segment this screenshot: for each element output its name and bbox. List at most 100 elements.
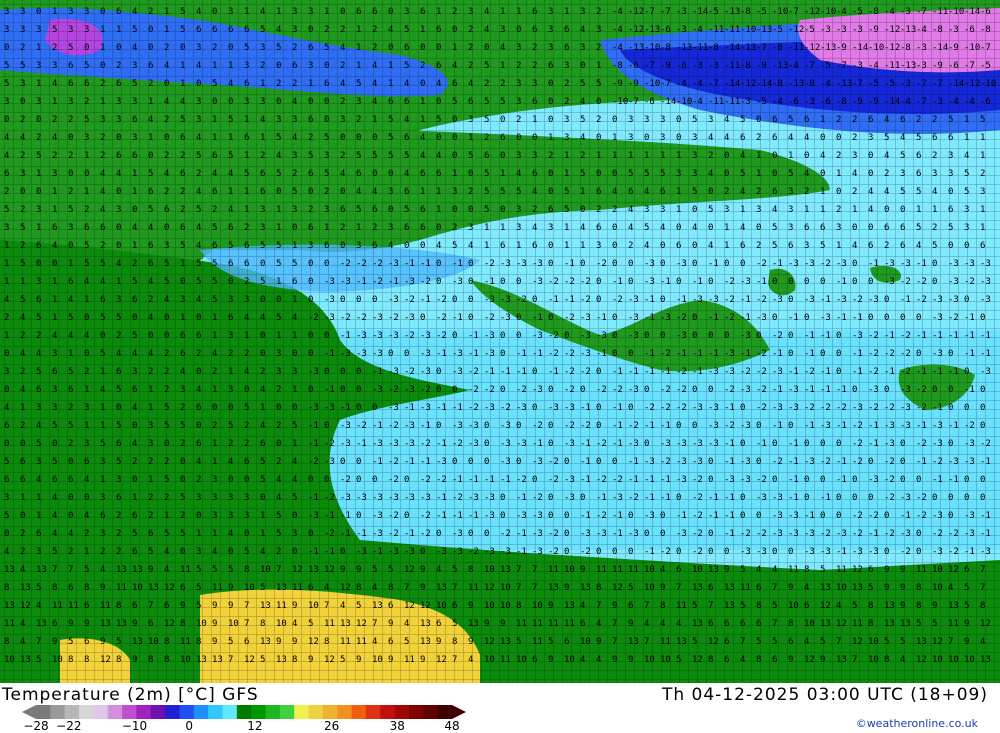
grid-value: 0 — [612, 547, 617, 557]
grid-value: 13 — [676, 637, 687, 647]
grid-value: 3 — [260, 223, 265, 233]
grid-value: -1 — [836, 457, 847, 467]
grid-value: 4 — [84, 511, 89, 521]
grid-value: -2 — [484, 313, 495, 323]
grid-value: 4 — [644, 187, 649, 197]
grid-value: 0 — [628, 547, 633, 557]
grid-value: 6 — [372, 241, 377, 251]
grid-value: 0 — [4, 115, 9, 125]
grid-value: 2 — [36, 331, 41, 341]
grid-value: -1 — [724, 439, 735, 449]
grid-value: 5 — [964, 601, 969, 611]
grid-value: 2 — [196, 349, 201, 359]
grid-value: 1 — [52, 187, 57, 197]
grid-value: 8 — [868, 619, 873, 629]
grid-value: 1 — [756, 151, 761, 161]
grid-value: 2 — [276, 547, 281, 557]
grid-value: -1 — [500, 475, 511, 485]
grid-value: -2 — [596, 511, 607, 521]
grid-value: 1 — [148, 133, 153, 143]
grid-value: -10 — [644, 79, 660, 89]
grid-value: 3 — [868, 133, 873, 143]
grid-value: 5 — [20, 223, 25, 233]
grid-value: 6 — [820, 223, 825, 233]
grid-value: -3 — [388, 493, 399, 503]
grid-value: -7 — [756, 43, 767, 53]
grid-value: -3 — [628, 529, 639, 539]
grid-value: 1 — [100, 367, 105, 377]
grid-value: 0 — [228, 43, 233, 53]
grid-value: -1 — [660, 421, 671, 431]
grid-value: 3 — [932, 169, 937, 179]
grid-value: -3 — [948, 259, 959, 269]
grid-value: 2 — [4, 187, 9, 197]
grid-value: -1 — [388, 277, 399, 287]
grid-value: 13 — [548, 583, 559, 593]
grid-value: 4 — [884, 187, 889, 197]
grid-value: 0 — [500, 493, 505, 503]
grid-value: 2 — [212, 421, 217, 431]
grid-value: 6 — [164, 601, 169, 611]
grid-value: -3 — [804, 547, 815, 557]
grid-value: 8 — [916, 583, 921, 593]
grid-value: 3 — [84, 7, 89, 17]
grid-value: 7 — [36, 637, 41, 647]
grid-value: 2 — [532, 43, 537, 53]
grid-value: 8 — [4, 637, 9, 647]
grid-value: 9 — [612, 601, 617, 611]
grid-value: 5 — [388, 115, 393, 125]
grid-value: 6 — [148, 259, 153, 269]
grid-value: 3 — [516, 97, 521, 107]
grid-value: -2 — [468, 403, 479, 413]
grid-value: -14 — [756, 79, 772, 89]
grid-value: -3 — [676, 457, 687, 467]
grid-value: 5 — [196, 277, 201, 287]
grid-value: 4 — [260, 115, 265, 125]
grid-value: 1 — [740, 205, 745, 215]
grid-value: -13 — [644, 25, 660, 35]
grid-value: 0 — [116, 241, 121, 251]
grid-value: -2 — [468, 547, 479, 557]
grid-value: -1 — [900, 511, 911, 521]
grid-value: 6 — [564, 637, 569, 647]
grid-value: 5 — [180, 421, 185, 431]
grid-value: 8 — [148, 655, 153, 665]
grid-value: 0 — [548, 421, 553, 431]
grid-value: -3 — [772, 493, 783, 503]
grid-value: 4 — [628, 205, 633, 215]
grid-value: 2 — [564, 79, 569, 89]
grid-value: -1 — [788, 313, 799, 323]
grid-value: 2 — [852, 133, 857, 143]
grid-value: -3 — [676, 529, 687, 539]
grid-value: 0 — [548, 313, 553, 323]
grid-value: -3 — [724, 367, 735, 377]
grid-value: 5 — [820, 241, 825, 251]
grid-value: -1 — [324, 547, 335, 557]
grid-value: 6 — [436, 61, 441, 71]
grid-value: 6 — [772, 115, 777, 125]
grid-value: 1 — [276, 7, 281, 17]
grid-value: 5 — [900, 151, 905, 161]
grid-value: 9 — [884, 565, 889, 575]
grid-value: 9 — [84, 619, 89, 629]
grid-value: 5 — [628, 583, 633, 593]
grid-value: 0 — [740, 493, 745, 503]
grid-value: 5 — [564, 187, 569, 197]
grid-value: -1 — [884, 331, 895, 341]
grid-value: -8 — [900, 43, 911, 53]
grid-value: 6 — [420, 205, 425, 215]
grid-value: 11 — [532, 637, 543, 647]
grid-value: -3 — [724, 349, 735, 359]
grid-value: 0 — [324, 421, 329, 431]
grid-value: 11 — [564, 619, 575, 629]
grid-value: 1 — [100, 421, 105, 431]
grid-value: 0 — [596, 457, 601, 467]
credit-link[interactable]: ©weatheronline.co.uk — [856, 717, 978, 730]
grid-value: 3 — [548, 43, 553, 53]
grid-value: 0 — [372, 295, 377, 305]
grid-value: 2 — [292, 43, 297, 53]
grid-value: 3 — [196, 493, 201, 503]
grid-value: -1 — [964, 547, 975, 557]
grid-value: 0 — [548, 439, 553, 449]
grid-value: 3 — [100, 115, 105, 125]
